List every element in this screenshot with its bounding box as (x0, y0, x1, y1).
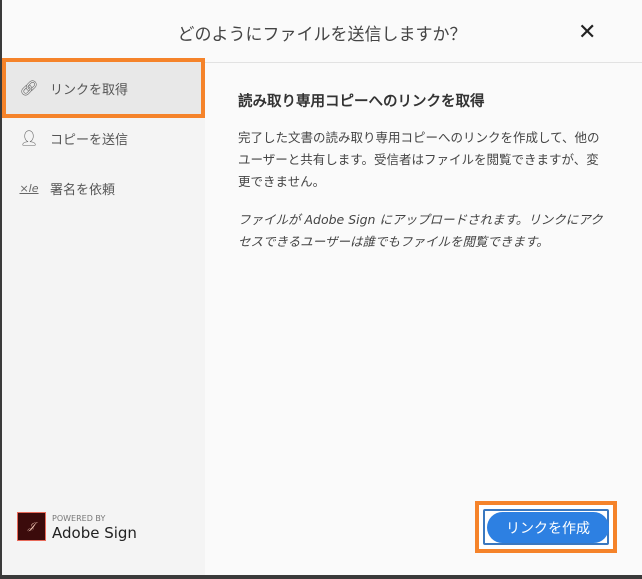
dialog: どのようにファイルを送信しますか？ ✕ 🔗︎ リンクを取得 👤︎ コピーを送信 … (2, 0, 642, 575)
close-icon[interactable]: ✕ (578, 20, 596, 46)
sidebar-item-get-link[interactable]: 🔗︎ リンクを取得 (2, 58, 205, 118)
note: ファイルが Adobe Sign にアップロードされます。リンクにアクセスできる… (238, 212, 603, 249)
sidebar-item-request-signature[interactable]: ×le 署名を依頼 (2, 163, 205, 213)
main-content: 読み取り専用コピーへのリンクを取得 完了した文書の読み取り専用コピーへのリンクを… (238, 90, 608, 269)
description: 完了した文書の読み取り専用コピーへのリンクを作成して、他のユーザーと共有します。… (238, 130, 600, 189)
sidebar-item-send-copy[interactable]: 👤︎ コピーを送信 (2, 113, 205, 163)
signature-icon: ×le (19, 181, 39, 195)
link-icon: 🔗︎ (19, 79, 39, 97)
brand-name: Adobe Sign (52, 524, 137, 542)
powered-by: POWERED BY (52, 514, 106, 523)
sidebar-item-label: 署名を依頼 (50, 182, 116, 198)
sidebar-item-label: コピーを送信 (50, 132, 129, 148)
sidebar: 🔗︎ リンクを取得 👤︎ コピーを送信 ×le 署名を依頼 (2, 58, 205, 575)
user-add-icon: 👤︎ (19, 129, 39, 147)
sidebar-item-label: リンクを取得 (50, 82, 129, 98)
section-heading: 読み取り専用コピーへのリンクを取得 (238, 94, 485, 110)
dialog-title: どのようにファイルを送信しますか？ (177, 25, 467, 45)
divider (205, 62, 642, 63)
adobe-sign-logo: 𝒥 (17, 512, 46, 541)
create-link-button[interactable]: リンクを作成 (487, 512, 609, 543)
